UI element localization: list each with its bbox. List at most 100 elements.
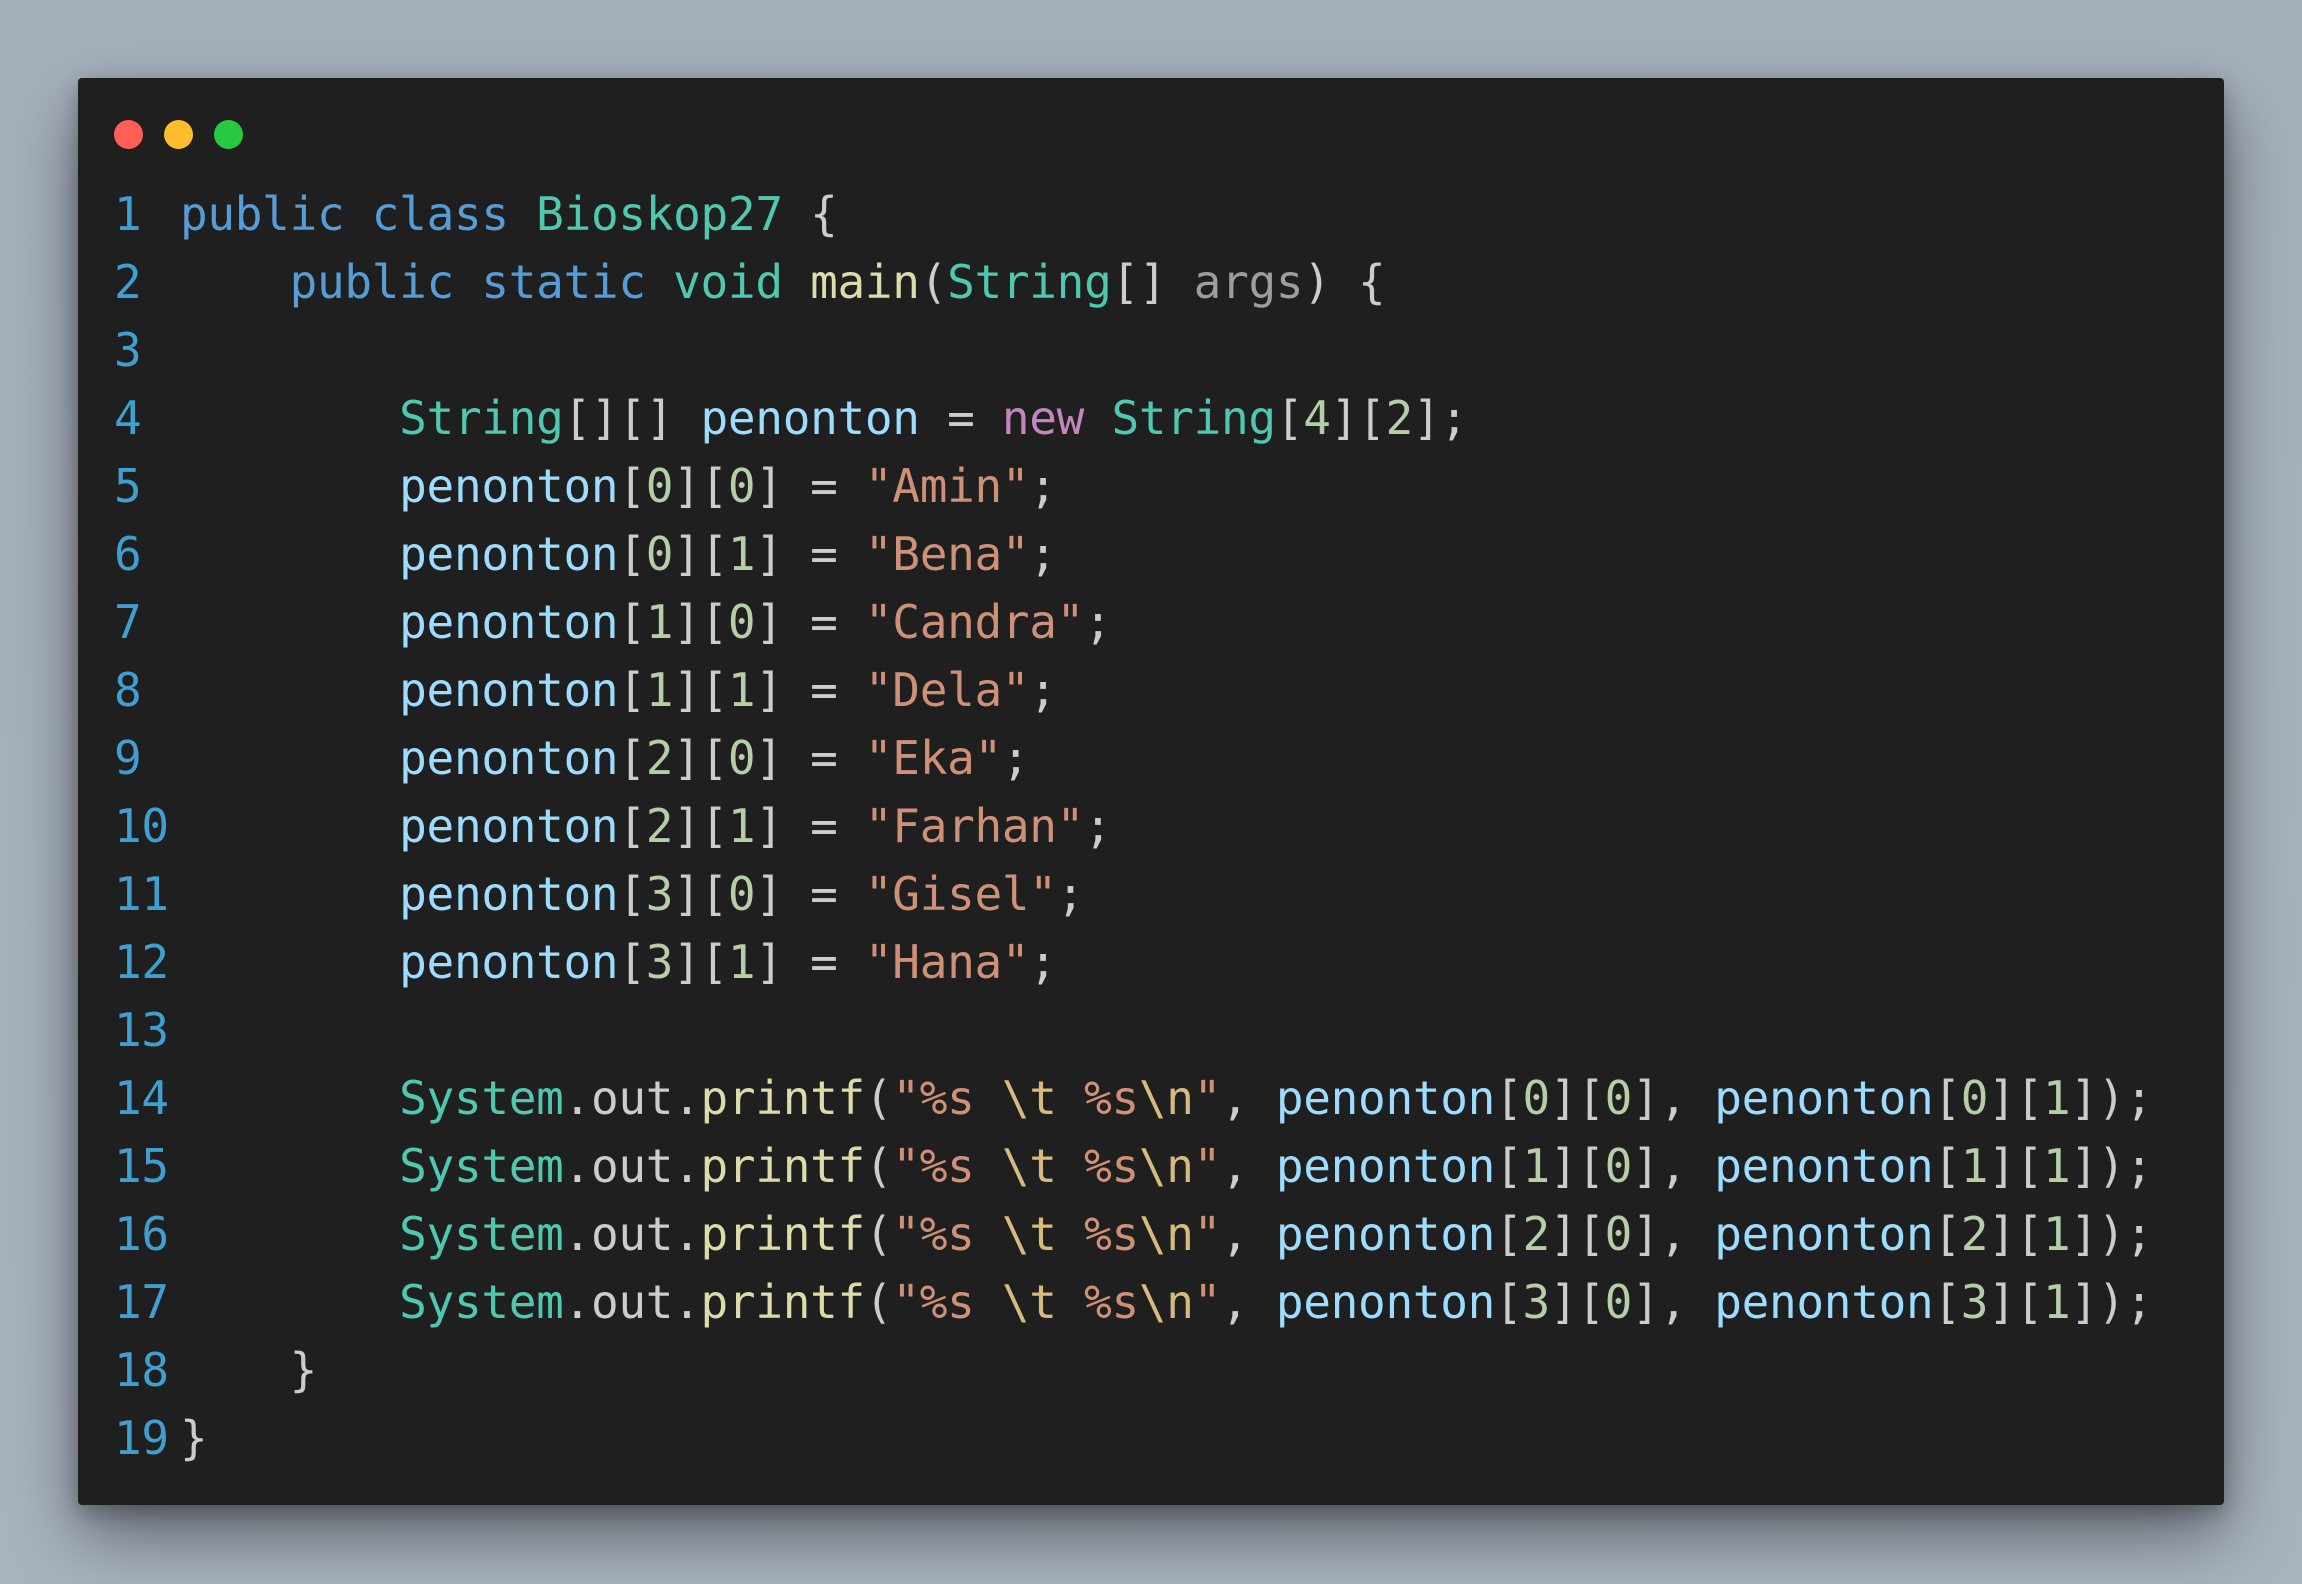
maximize-button[interactable] (214, 120, 243, 149)
code-token: \n (1138, 1275, 1194, 1329)
line-number: 12 (114, 935, 169, 989)
code-token: 4 (1303, 391, 1331, 445)
close-button[interactable] (114, 120, 143, 149)
code-token: 3 (1960, 1275, 1989, 1329)
line-number: 14 (114, 1071, 169, 1125)
code-token: [ (618, 527, 646, 581)
code-token: 2 (1522, 1207, 1550, 1261)
code-token: 0 (727, 595, 756, 649)
code-token: ] = (755, 459, 865, 513)
minimize-button[interactable] (164, 120, 193, 149)
code-token: penonton (1275, 1071, 1496, 1125)
code-token: penonton (399, 731, 619, 785)
code-line: 5 penonton[0][0] = "Amin"; (114, 452, 2204, 520)
code-token: 3 (1522, 1275, 1550, 1329)
code-token: ][ (1988, 1071, 2043, 1125)
code-token: 1 (2043, 1139, 2071, 1193)
code-token: ( (864, 1071, 893, 1125)
code-token: 0 (1604, 1275, 1633, 1329)
code-token: printf (700, 1275, 866, 1329)
code-token: [ (1495, 1071, 1523, 1125)
line-number: 8 (114, 663, 142, 717)
code-token: penonton (1275, 1207, 1496, 1261)
code-token: , (1221, 1139, 1276, 1193)
code-token: ; (1029, 663, 1057, 717)
code-token: penonton (399, 459, 619, 513)
code-token: 0 (1604, 1071, 1633, 1125)
code-token: [ (618, 731, 646, 785)
code-token: ][ (1988, 1139, 2043, 1193)
code-token: [ (618, 935, 646, 989)
code-token: 0 (727, 731, 756, 785)
code-token: 1 (727, 527, 756, 581)
code-token: { (782, 187, 838, 241)
code-token: ][ (1988, 1275, 2043, 1329)
code-token: 0 (1960, 1071, 1989, 1125)
code-token: ], (1632, 1071, 1715, 1125)
code-token: %s (1056, 1139, 1139, 1193)
code-token: penonton (399, 799, 619, 853)
code-token: ( (864, 1207, 893, 1261)
code-token: 1 (727, 799, 756, 853)
code-token: "Bena" (864, 527, 1030, 581)
code-token: static (481, 255, 646, 309)
code-line: 4 String[][] penonton = new String[4][2]… (114, 384, 2204, 452)
code-token: ; (1029, 459, 1057, 513)
code-token: penonton (399, 867, 619, 921)
code-token: \t (1001, 1275, 1057, 1329)
code-token: , (1221, 1071, 1276, 1125)
code-token: 2 (1960, 1207, 1989, 1261)
code-line: 1 public class Bioskop27 { (114, 180, 2204, 248)
code-token: 0 (1604, 1139, 1633, 1193)
code-token: penonton (399, 663, 619, 717)
code-token: [ (1275, 391, 1304, 445)
code-token: [ (1933, 1139, 1961, 1193)
line-number: 10 (114, 799, 169, 853)
code-token: . (673, 1275, 701, 1329)
code-token: ], (1632, 1275, 1715, 1329)
code-token: class (371, 187, 509, 241)
code-token: ][ (673, 527, 728, 581)
line-number: 13 (114, 1003, 169, 1057)
code-token: penonton (1275, 1275, 1496, 1329)
code-token: [ (1933, 1071, 1961, 1125)
code-token: printf (700, 1071, 866, 1125)
code-editor[interactable]: 1 public class Bioskop27 {2 public static… (114, 180, 2204, 1472)
code-token: ][ (1549, 1207, 1605, 1261)
code-token: 2 (645, 799, 674, 853)
code-token: System (399, 1139, 564, 1193)
code-token: [][] (563, 391, 701, 445)
code-token: 0 (1604, 1207, 1633, 1261)
line-number: 7 (114, 595, 142, 649)
line-number: 4 (114, 391, 142, 445)
code-token: ; (1029, 935, 1057, 989)
code-token: ) { (1303, 255, 1386, 309)
code-token: , (1221, 1207, 1276, 1261)
code-line: 13 (114, 996, 2204, 1064)
code-token: [ (1933, 1275, 1961, 1329)
code-token: " (1193, 1139, 1222, 1193)
code-token: "Amin" (864, 459, 1030, 513)
code-token: Bioskop27 (536, 187, 783, 241)
code-token: [] (1111, 255, 1194, 309)
code-line: 14 System.out.printf("%s \t %s\n", penon… (114, 1064, 2204, 1132)
code-token: "Gisel" (864, 867, 1057, 921)
code-token: String (399, 391, 564, 445)
code-token: 0 (645, 459, 674, 513)
code-token: System (399, 1207, 564, 1261)
code-token: ][ (673, 731, 728, 785)
code-token: . (563, 1071, 592, 1125)
code-token: . (673, 1207, 701, 1261)
code-token: [ (1495, 1139, 1523, 1193)
code-line: 10 penonton[2][1] = "Farhan"; (114, 792, 2204, 860)
code-window: 1 public class Bioskop27 {2 public static… (78, 78, 2224, 1505)
code-token: penonton (1714, 1139, 1934, 1193)
